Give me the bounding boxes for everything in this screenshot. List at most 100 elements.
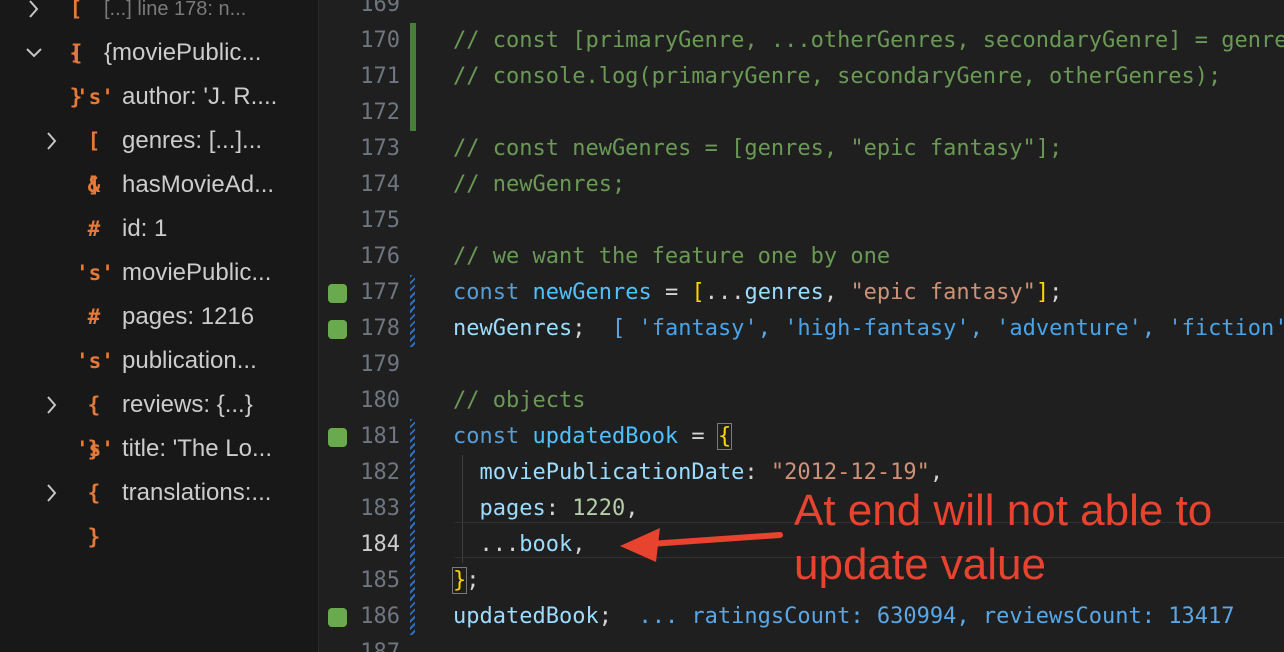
- code-text[interactable]: updatedBook; ... ratingsCount: 630994, r…: [453, 599, 1234, 635]
- code-token: const: [453, 280, 533, 305]
- code-token: ,: [625, 496, 639, 521]
- code-token: 'fantasy': [638, 316, 758, 341]
- code-token: }: [451, 567, 468, 594]
- line-number: 181: [360, 424, 400, 449]
- value-type-icon: 's': [76, 85, 114, 109]
- value-type-icon: { }: [87, 393, 101, 461]
- modified-lines-marker[interactable]: [410, 311, 415, 347]
- modified-lines-marker[interactable]: [410, 275, 415, 311]
- modified-lines-marker[interactable]: [410, 419, 415, 455]
- line-number: 176: [360, 244, 400, 269]
- tree-item[interactable]: 's' author: 'J. R....: [0, 75, 318, 119]
- code-text[interactable]: const newGenres = [...genres, "epic fant…: [453, 275, 1062, 311]
- line-number: 183: [360, 496, 400, 521]
- value-type-icon: 's': [76, 261, 114, 285]
- tree-item[interactable]: [ ] genres: [...]...: [0, 119, 318, 197]
- line-number: 180: [360, 388, 400, 413]
- chevron-right-icon[interactable]: [24, 0, 44, 22]
- value-type-icon: { }: [87, 481, 101, 549]
- tree-item-label: id: 1: [122, 215, 168, 242]
- tree-item[interactable]: { } translations:...: [0, 471, 318, 549]
- code-token: // const [primaryGenre, ...otherGenres, …: [453, 28, 1284, 53]
- chevron-right-icon[interactable]: [42, 392, 62, 418]
- chevron-right-icon[interactable]: [42, 128, 62, 154]
- line-number: 170: [360, 28, 400, 53]
- code-token: pages: [453, 496, 546, 521]
- code-token: :: [744, 460, 771, 485]
- modified-lines-marker[interactable]: [410, 527, 415, 563]
- code-line[interactable]: 180 // objects: [319, 383, 1284, 419]
- tree-item-label: genres: [...]...: [122, 127, 263, 154]
- code-token: genres: [744, 280, 824, 305]
- tree-item[interactable]: { } {moviePublic...: [0, 31, 318, 109]
- code-token: newGenres: [532, 280, 652, 305]
- chevron-down-icon[interactable]: [24, 40, 44, 66]
- annotation-note: At end will not able to update value: [794, 484, 1274, 592]
- code-line[interactable]: 179: [319, 347, 1284, 383]
- code-token: ,: [969, 316, 997, 341]
- code-token: ,: [757, 316, 785, 341]
- added-lines-marker[interactable]: [410, 23, 416, 59]
- tree-item[interactable]: { } reviews: {...}: [0, 383, 318, 461]
- code-token: // console.log(primaryGenre, secondaryGe…: [453, 64, 1222, 89]
- code-text[interactable]: const updatedBook = {: [453, 419, 733, 455]
- code-text[interactable]: // const newGenres = [genres, "epic fant…: [453, 131, 1062, 167]
- code-line[interactable]: 169: [319, 0, 1284, 23]
- code-line[interactable]: 175: [319, 203, 1284, 239]
- code-text[interactable]: // objects: [453, 383, 585, 419]
- value-type-icon: 's': [76, 349, 114, 373]
- tree-item-label: pages: 1216: [122, 303, 255, 330]
- code-line[interactable]: 171 // console.log(primaryGenre, secondar…: [319, 59, 1284, 95]
- code-line[interactable]: 177 const newGenres = [...genres, "epic f…: [319, 275, 1284, 311]
- code-line[interactable]: 187: [319, 635, 1284, 652]
- line-number: 174: [360, 172, 400, 197]
- tree-item-label: moviePublic...: [122, 259, 272, 286]
- code-text[interactable]: // console.log(primaryGenre, secondaryGe…: [453, 59, 1221, 95]
- code-token: {: [716, 423, 733, 450]
- code-text[interactable]: // we want the feature one by one: [453, 239, 890, 275]
- code-token: ... ratingsCount: 630994, reviewsCount: …: [638, 604, 1235, 629]
- annotation-line-1: At end will not able to: [794, 486, 1213, 535]
- tree-item[interactable]: 's' moviePublic...: [0, 251, 318, 295]
- added-lines-marker[interactable]: [410, 59, 416, 95]
- code-line[interactable]: 172: [319, 95, 1284, 131]
- code-token: updatedBook: [453, 604, 599, 629]
- tree-item[interactable]: & hasMovieAd...: [0, 163, 318, 207]
- code-text[interactable]: // newGenres;: [453, 167, 625, 203]
- tree-item[interactable]: 's' title: 'The Lo...: [0, 427, 318, 471]
- code-line[interactable]: 173 // const newGenres = [genres, "epic f…: [319, 131, 1284, 167]
- line-number: 175: [360, 208, 400, 233]
- chevron-right-icon[interactable]: [42, 480, 62, 506]
- code-token: [: [611, 316, 639, 341]
- code-token: [: [691, 280, 705, 305]
- line-number: 173: [360, 136, 400, 161]
- code-token: 'fiction': [1168, 316, 1284, 341]
- code-token: 1220: [572, 496, 626, 521]
- modified-lines-marker[interactable]: [410, 563, 415, 599]
- value-type-icon: { }: [69, 41, 83, 109]
- code-text[interactable]: };: [451, 563, 480, 599]
- code-line[interactable]: 178 newGenres; [ 'fantasy', 'high-fantasy…: [319, 311, 1284, 347]
- code-token: ...: [704, 280, 745, 305]
- modified-lines-marker[interactable]: [410, 599, 415, 635]
- code-token: // const newGenres = [genres, "epic fant…: [453, 136, 1063, 161]
- added-lines-marker[interactable]: [410, 95, 416, 131]
- code-line[interactable]: 170 // const [primaryGenre, ...otherGenre…: [319, 23, 1284, 59]
- tree-item[interactable]: 's' publication...: [0, 339, 318, 383]
- code-line[interactable]: 176 // we want the feature one by one: [319, 239, 1284, 275]
- tree-item[interactable]: # pages: 1216: [0, 295, 318, 339]
- code-line[interactable]: 186 updatedBook; ... ratingsCount: 630994…: [319, 599, 1284, 635]
- code-token: newGenres: [453, 316, 573, 341]
- code-line[interactable]: 181 const updatedBook = {: [319, 419, 1284, 455]
- modified-lines-marker[interactable]: [410, 491, 415, 527]
- modified-lines-marker[interactable]: [410, 455, 415, 491]
- code-token: ;: [1049, 280, 1063, 305]
- variables-panel: [ ] [...] line 178: n... { } {moviePublic..…: [0, 0, 318, 652]
- code-line[interactable]: 174 // newGenres;: [319, 167, 1284, 203]
- code-token: ;: [466, 568, 480, 593]
- code-text[interactable]: newGenres; [ 'fantasy', 'high-fantasy', …: [453, 311, 1284, 347]
- code-text[interactable]: // const [primaryGenre, ...otherGenres, …: [453, 23, 1284, 59]
- tree-item[interactable]: # id: 1: [0, 207, 318, 251]
- tree-item[interactable]: [ ] [...] line 178: n...: [0, 0, 318, 65]
- code-token: 'high-fantasy': [784, 316, 970, 341]
